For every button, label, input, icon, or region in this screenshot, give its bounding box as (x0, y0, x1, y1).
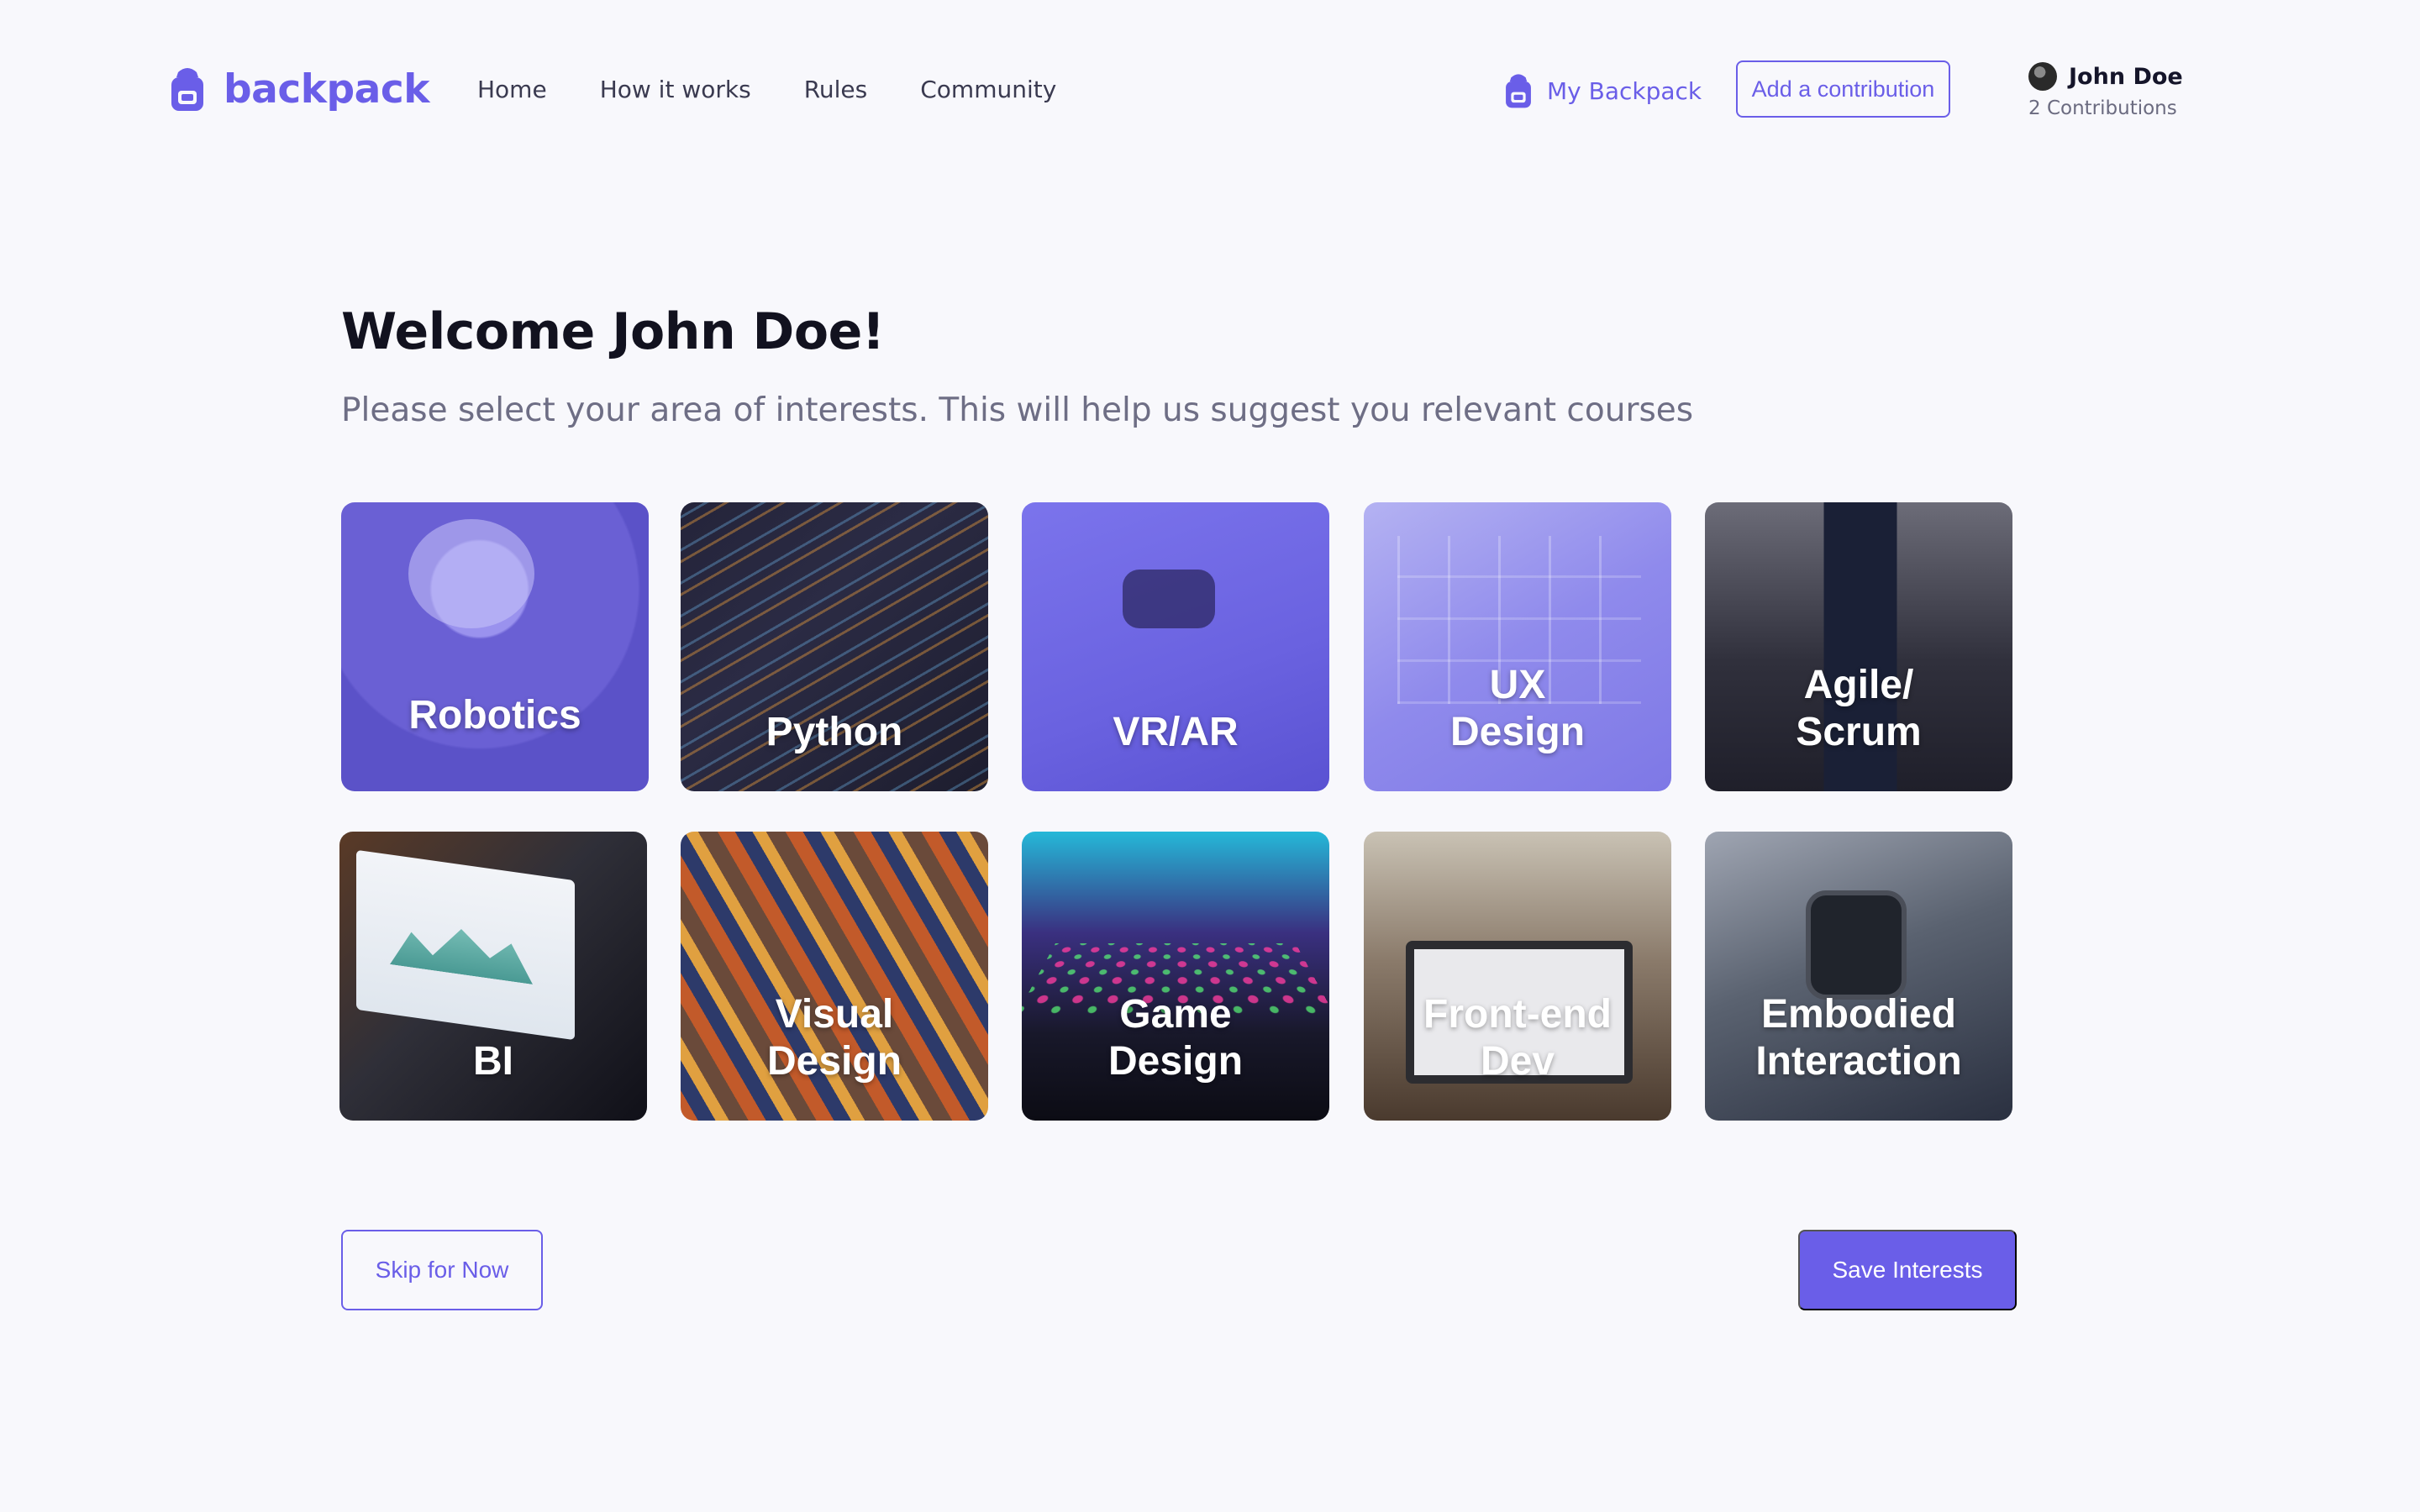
interest-card-bi[interactable]: BI (339, 832, 647, 1121)
skip-button[interactable]: Skip for Now (341, 1230, 543, 1310)
avatar (2028, 62, 2057, 91)
page-subtitle: Please select your area of interests. Th… (341, 391, 1694, 429)
interest-card-robotics[interactable]: Robotics (341, 502, 649, 791)
my-backpack-label: My Backpack (1547, 76, 1702, 105)
interest-label: Game Design (1107, 992, 1244, 1084)
interest-label: Front-end Dev (1423, 992, 1612, 1084)
interest-label: Agile/ Scrum (1796, 663, 1922, 754)
save-interests-button[interactable]: Save Interests (1798, 1230, 2017, 1310)
user-contributions: 2 Contributions (2028, 97, 2177, 119)
nav-item-community[interactable]: Community (920, 76, 1056, 103)
interest-card-python[interactable]: Python (681, 502, 988, 791)
user-name: John Doe (2069, 63, 2183, 90)
nav-item-how-it-works[interactable]: How it works (600, 76, 751, 103)
interest-label: Visual Design (766, 992, 902, 1084)
interest-card-front-end-dev[interactable]: Front-end Dev (1364, 832, 1671, 1121)
robot-head-shape (408, 519, 534, 628)
interest-label: Robotics (408, 693, 581, 738)
my-backpack-link[interactable]: My Backpack (1502, 72, 1702, 109)
nav-item-rules[interactable]: Rules (804, 76, 868, 103)
interest-label: VR/AR (1113, 710, 1239, 754)
user-menu[interactable]: John Doe 2 Contributions (2028, 62, 2183, 119)
interest-card-vr-ar[interactable]: VR/AR (1022, 502, 1329, 791)
interest-card-visual-design[interactable]: Visual Design (681, 832, 988, 1121)
interest-label: UX Design (1449, 663, 1586, 754)
interest-label: BI (473, 1039, 513, 1084)
page-title: Welcome John Doe! (341, 302, 885, 361)
add-contribution-button[interactable]: Add a contribution (1736, 60, 1950, 118)
main-nav: Home How it works Rules Community (477, 76, 1056, 103)
backpack-icon (171, 68, 203, 111)
brand-logo[interactable]: backpack (166, 66, 429, 113)
interest-card-game-design[interactable]: Game Design (1022, 832, 1329, 1121)
interest-card-agile-scrum[interactable]: Agile/ Scrum (1705, 502, 2012, 791)
vr-headset-shape (1123, 570, 1215, 628)
backpack-icon (1506, 74, 1531, 108)
interest-card-embodied-interaction[interactable]: Embodied Interaction (1705, 832, 2012, 1121)
interest-label: Python (765, 710, 903, 754)
nav-item-home[interactable]: Home (477, 76, 547, 103)
smartwatch-shape (1806, 890, 1907, 1000)
brand-name: backpack (224, 66, 429, 113)
interest-card-ux-design[interactable]: UX Design (1364, 502, 1671, 791)
interest-label: Embodied Interaction (1755, 992, 1962, 1084)
